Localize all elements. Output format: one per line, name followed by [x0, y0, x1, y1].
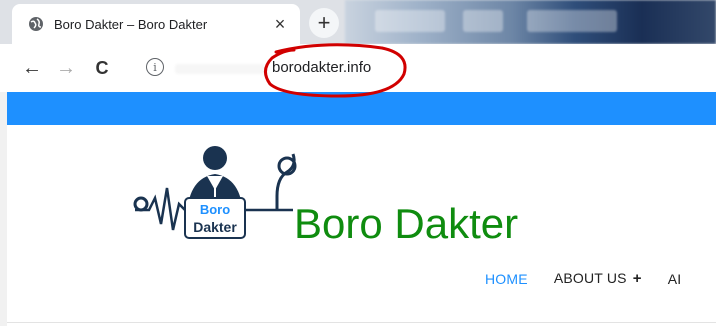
reload-icon: C: [95, 57, 109, 78]
logo-text-dakter: Dakter: [193, 219, 237, 235]
nav-truncated-item[interactable]: AI: [668, 271, 682, 287]
brand-name[interactable]: Boro Dakter: [294, 200, 518, 248]
webpage: Boro Dakter Boro Dakter HOME ABOUT US + A…: [7, 92, 716, 326]
red-annotation-circle: [264, 43, 407, 98]
active-tab[interactable]: Boro Dakter – Boro Dakter ×: [12, 4, 300, 44]
logo-text-boro: Boro: [200, 202, 230, 217]
boro-dakter-logo: Boro Dakter: [133, 146, 297, 239]
expand-plus-icon[interactable]: +: [633, 270, 642, 287]
new-tab-button[interactable]: +: [309, 8, 339, 38]
divider: [7, 322, 716, 323]
other-tabs-obscured: [345, 0, 716, 44]
nav-about-us-label: ABOUT US: [553, 270, 627, 286]
forward-arrow-icon: →: [56, 56, 76, 79]
tab-title: Boro Dakter – Boro Dakter: [54, 16, 208, 32]
back-arrow-icon: ←: [22, 56, 42, 79]
forward-button[interactable]: →: [52, 54, 80, 82]
nav-home[interactable]: HOME: [485, 271, 528, 287]
globe-icon: [28, 16, 44, 32]
tab-close-button[interactable]: ×: [270, 14, 290, 35]
tab-strip: Boro Dakter – Boro Dakter × +: [0, 0, 716, 44]
back-button[interactable]: ←: [18, 54, 46, 82]
reload-button[interactable]: C: [88, 54, 116, 82]
main-navigation: HOME ABOUT US + AI: [485, 270, 707, 287]
nav-about-us[interactable]: ABOUT US +: [554, 270, 642, 287]
site-info-icon[interactable]: i: [146, 58, 164, 76]
url-redacted: [175, 64, 265, 74]
